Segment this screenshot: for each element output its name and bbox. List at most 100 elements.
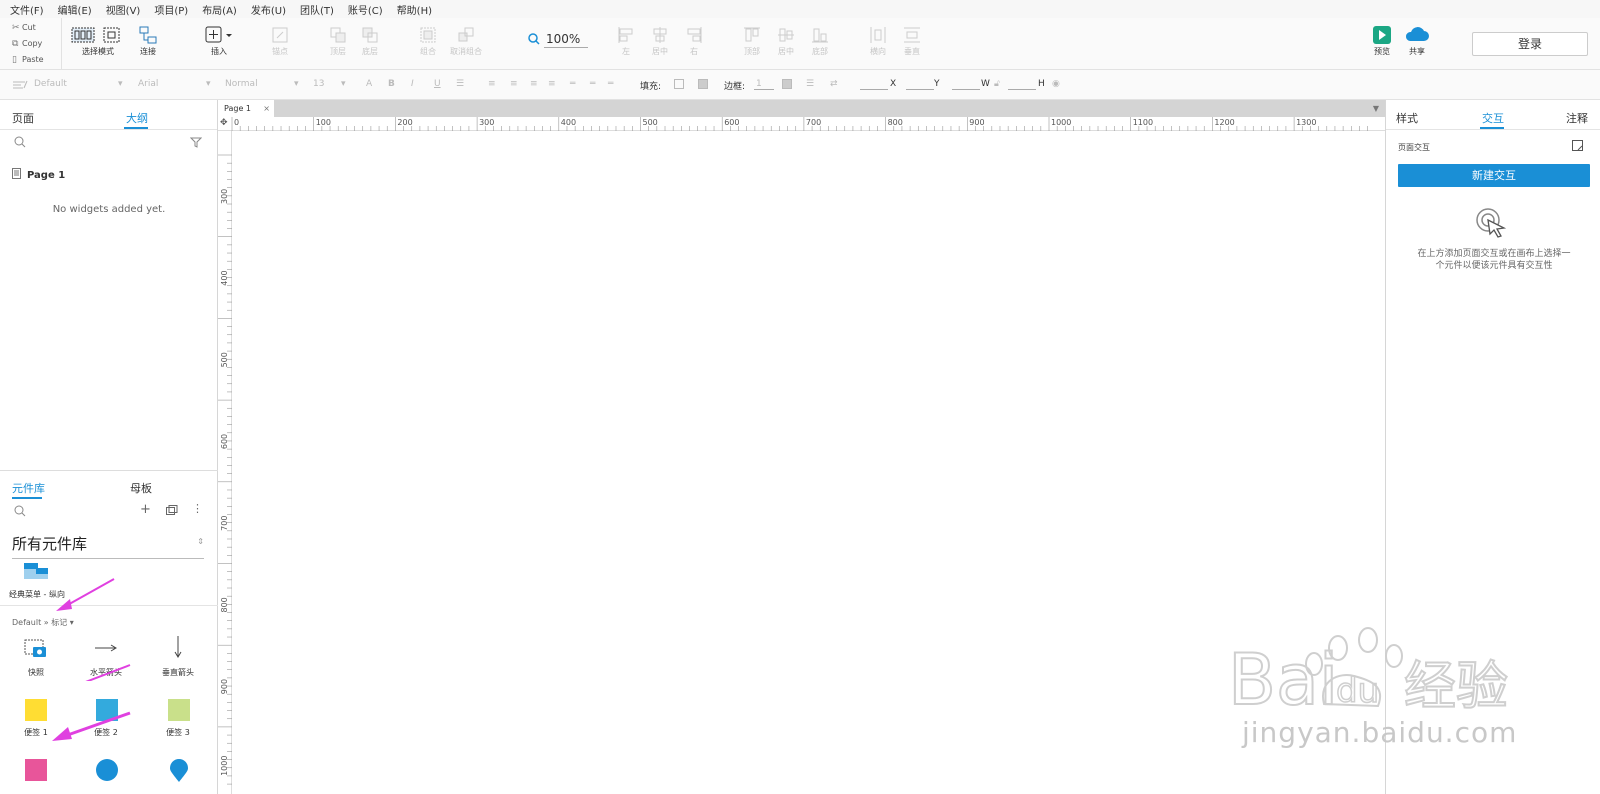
point-button[interactable]: 锚点 [270, 24, 290, 57]
add-library-icon[interactable]: + [140, 502, 151, 517]
menu-publish[interactable]: 发布(U) [251, 2, 286, 17]
border-arrow-icon[interactable]: ⇄ [830, 79, 838, 89]
tab-interactions-indicator [1480, 127, 1504, 129]
more-vertical-icon[interactable]: ⋮ [192, 502, 203, 515]
tab-notes[interactable]: 注释 [1566, 110, 1588, 126]
select-mode-button[interactable]: 选择模式 [70, 24, 126, 57]
w-field[interactable] [952, 89, 980, 90]
align-middle-icon [776, 24, 796, 46]
style-select[interactable]: Default [34, 79, 67, 89]
tab-masters[interactable]: 母板 [130, 480, 152, 496]
align-middle-button[interactable]: 居中 [776, 24, 796, 57]
pin-marker-widget-icon[interactable] [168, 759, 190, 786]
menu-view[interactable]: 视图(V) [106, 2, 141, 17]
insert-button[interactable]: 插入 [204, 24, 234, 57]
fill-shadow-swatch[interactable] [698, 79, 708, 90]
list-icon[interactable]: ☰ [456, 79, 464, 89]
ungroup-button[interactable]: 取消组合 [450, 24, 482, 57]
new-interaction-button[interactable]: 新建交互 [1398, 164, 1590, 187]
border-width-value[interactable]: 1 [756, 79, 762, 89]
font-select-arrow-icon: ▾ [206, 79, 211, 89]
menu-file[interactable]: 文件(F) [10, 2, 44, 17]
fill-color-swatch[interactable] [674, 79, 684, 90]
login-button[interactable]: 登录 [1472, 32, 1588, 56]
valign-bottom-icon[interactable]: ═ [608, 79, 613, 89]
interaction-settings-icon[interactable] [1572, 140, 1584, 155]
visibility-eye-icon[interactable]: ◉ [1052, 79, 1060, 89]
font-color-icon[interactable]: A [366, 79, 372, 89]
connect-button[interactable]: 连接 [138, 24, 158, 57]
vertical-arrow-icon[interactable] [173, 635, 183, 662]
align-text-center-icon[interactable]: ≡ [510, 79, 518, 89]
tab-pages[interactable]: 页面 [12, 110, 34, 126]
point-icon [270, 24, 290, 46]
italic-icon[interactable]: I [411, 79, 414, 89]
h-field[interactable] [1008, 89, 1036, 90]
ruler-label: 1200 [1214, 118, 1234, 127]
tab-interactions[interactable]: 交互 [1482, 110, 1504, 126]
paste-button[interactable]: ▯ Paste [0, 52, 61, 68]
copy-button[interactable]: ⧉ Copy [0, 36, 61, 52]
align-center-button[interactable]: 居中 [650, 24, 670, 57]
share-button[interactable]: 共享 [1404, 24, 1430, 57]
ruler-label: 400 [220, 270, 229, 285]
canvas-area[interactable]: Page 1 × ▼ ✥ 0 100 200 300 400 500 600 700 800 90… [218, 100, 1385, 794]
border-label: 边框: [724, 82, 746, 92]
align-text-left-icon[interactable]: ≡ [488, 79, 496, 89]
distribute-horizontal-button[interactable]: 横向 [868, 24, 888, 57]
w-label: W [981, 79, 990, 89]
align-top-button[interactable]: 顶部 [742, 24, 762, 57]
y-field[interactable] [906, 89, 934, 90]
library-search-icon[interactable] [14, 505, 26, 520]
send-bottom-button[interactable]: 底层 [360, 24, 380, 57]
weight-select[interactable]: Normal [225, 79, 258, 89]
border-style-icon[interactable]: ☰ [806, 79, 814, 89]
valign-top-icon[interactable]: ═ [570, 79, 575, 89]
bring-top-button[interactable]: 顶层 [328, 24, 348, 57]
preview-button[interactable]: 预览 [1372, 24, 1392, 57]
group-button[interactable]: 组合 [418, 24, 438, 57]
align-right-button[interactable]: 右 [684, 24, 704, 57]
lock-icon[interactable]: 🔓︎ [994, 79, 1000, 89]
library-copy-icon[interactable] [166, 505, 178, 518]
align-left-button[interactable]: 左 [616, 24, 636, 57]
cut-button[interactable]: ✂ Cut [0, 20, 61, 36]
border-color-swatch[interactable] [782, 79, 792, 90]
sticky-3-widget-icon[interactable] [168, 699, 190, 721]
sticky-1-widget-icon[interactable] [25, 699, 47, 721]
zoom-control[interactable]: 100% [528, 32, 588, 48]
tab-library[interactable]: 元件库 [12, 480, 45, 496]
size-select[interactable]: 13 [313, 79, 324, 89]
align-text-right-icon[interactable]: ≡ [530, 79, 538, 89]
menu-project[interactable]: 项目(P) [154, 2, 188, 17]
menu-help[interactable]: 帮助(H) [397, 2, 432, 17]
outline-page-item[interactable]: Page 1 [12, 168, 65, 182]
bold-icon[interactable]: B [388, 79, 395, 89]
close-tab-icon[interactable]: × [263, 100, 270, 117]
align-center-icon [650, 24, 670, 46]
align-bottom-button[interactable]: 底部 [810, 24, 830, 57]
style-brush-icon[interactable] [12, 79, 28, 94]
menu-account[interactable]: 账号(C) [348, 2, 383, 17]
tab-outline[interactable]: 大纲 [126, 110, 148, 126]
library-select[interactable]: 所有元件库 ⇕ [12, 533, 204, 559]
search-icon[interactable] [14, 136, 26, 151]
tab-style[interactable]: 样式 [1396, 110, 1418, 126]
tab-overflow-chevron-icon[interactable]: ▼ [1373, 104, 1379, 113]
distribute-vertical-button[interactable]: 垂直 [902, 24, 922, 57]
zoom-value[interactable]: 100% [544, 32, 588, 48]
filter-icon[interactable] [189, 136, 203, 151]
menu-edit[interactable]: 编辑(E) [58, 2, 92, 17]
document-tab[interactable]: Page 1 × [218, 100, 274, 117]
ruler-label: 300 [479, 118, 494, 127]
align-text-justify-icon[interactable]: ≡ [548, 79, 556, 89]
ruler-label: 600 [724, 118, 739, 127]
valign-middle-icon[interactable]: ═ [590, 79, 595, 89]
underline-icon[interactable]: U [434, 79, 441, 89]
menu-team[interactable]: 团队(T) [300, 2, 334, 17]
sticky-4-widget-icon[interactable] [25, 759, 47, 781]
font-select[interactable]: Arial [138, 79, 158, 89]
circle-marker-widget-icon[interactable] [96, 759, 118, 781]
menu-layout[interactable]: 布局(A) [202, 2, 237, 17]
x-field[interactable] [860, 89, 888, 90]
